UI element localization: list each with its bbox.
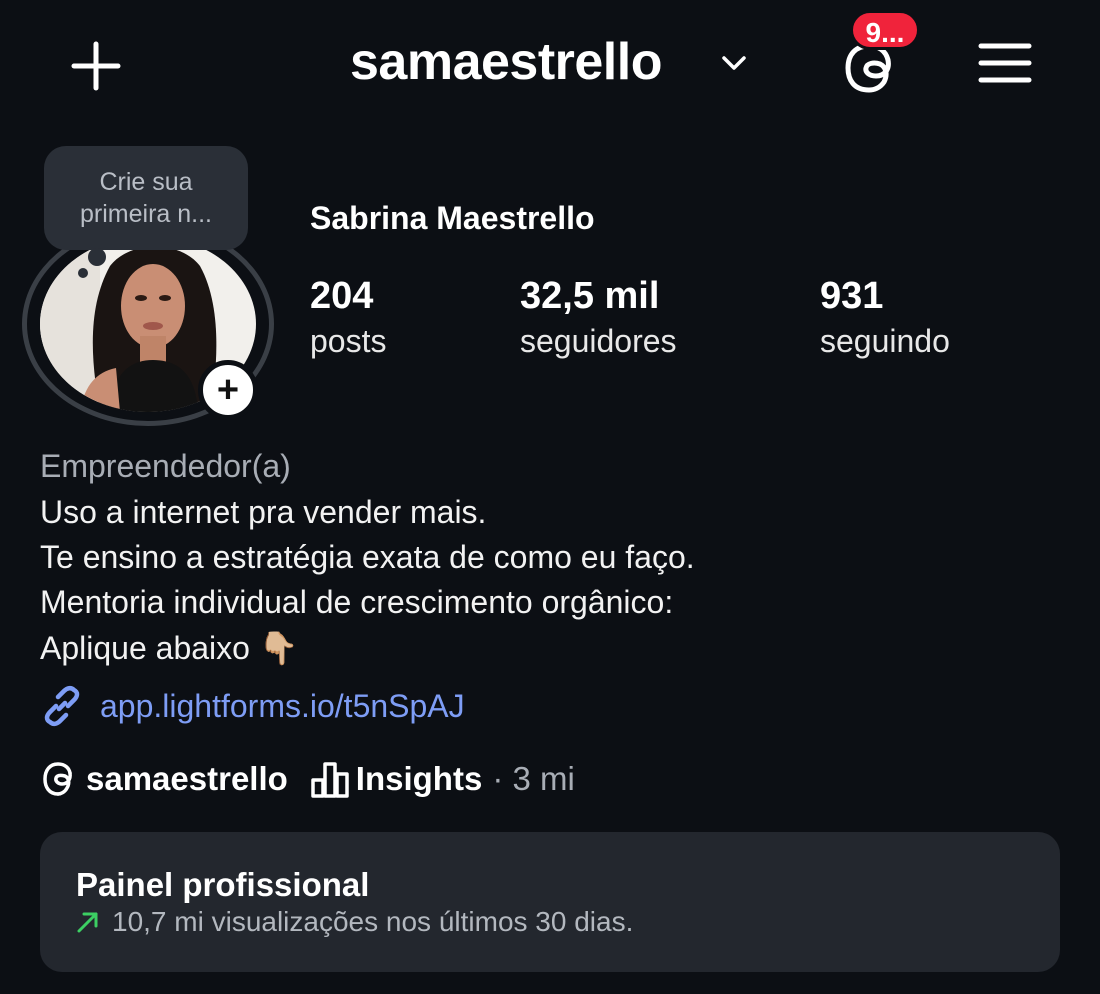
- bio-line: Mentoria individual de crescimento orgân…: [40, 584, 674, 620]
- stat-followers[interactable]: 32,5 mil seguidores: [520, 274, 677, 364]
- trend-up-arrow-icon: [77, 912, 98, 933]
- hamburger-menu-icon[interactable]: [978, 40, 1032, 86]
- profile-username[interactable]: samaestrello: [350, 32, 662, 92]
- chevron-down-icon[interactable]: [720, 52, 748, 74]
- profile-category: Empreendedor(a): [40, 448, 291, 484]
- link-icon: [44, 685, 80, 727]
- insights-time: · 3 mi: [492, 760, 575, 797]
- stat-label: seguindo: [820, 323, 950, 359]
- profile-full-name: Sabrina Maestrello: [310, 200, 595, 236]
- note-bubble[interactable]: Crie sua primeira n...: [44, 146, 248, 250]
- stat-following[interactable]: 931 seguindo: [820, 274, 950, 364]
- note-bubble-tail: [88, 248, 106, 266]
- note-bubble-tail-small: [78, 268, 88, 278]
- link-text[interactable]: app.lightforms.io/t5nSpAJ: [100, 688, 465, 725]
- profile-meta-row: samaestrello Insights · 3 mi: [40, 760, 575, 798]
- stat-value: 32,5 mil: [520, 275, 660, 317]
- stat-value: 931: [820, 275, 884, 317]
- bio-line: Te ensino a estratégia exata de como eu …: [40, 539, 695, 575]
- profile-link[interactable]: app.lightforms.io/t5nSpAJ: [40, 684, 465, 728]
- insights-link[interactable]: Insights: [356, 760, 483, 798]
- notification-badge[interactable]: 9...: [850, 10, 920, 50]
- stat-label: posts: [310, 323, 387, 359]
- add-story-button[interactable]: +: [198, 360, 258, 420]
- threads-icon[interactable]: [40, 760, 76, 798]
- panel-subtitle-text: 10,7 mi visualizações nos últimos 30 dia…: [112, 906, 634, 937]
- threads-handle[interactable]: samaestrello: [86, 760, 288, 798]
- stat-posts[interactable]: 204 posts: [310, 274, 386, 364]
- bar-chart-icon: [311, 762, 349, 798]
- bio-line: Uso a internet pra vender mais.: [40, 494, 487, 530]
- stat-label: seguidores: [520, 323, 677, 359]
- bio-line: Aplique abaixo 👇🏼: [40, 630, 299, 666]
- plus-icon: +: [216, 368, 240, 411]
- panel-subtitle: 10,7 mi visualizações nos últimos 30 dia…: [76, 906, 633, 938]
- panel-title: Painel profissional: [76, 866, 370, 903]
- stat-value: 204: [310, 275, 374, 317]
- plus-icon[interactable]: [70, 40, 122, 92]
